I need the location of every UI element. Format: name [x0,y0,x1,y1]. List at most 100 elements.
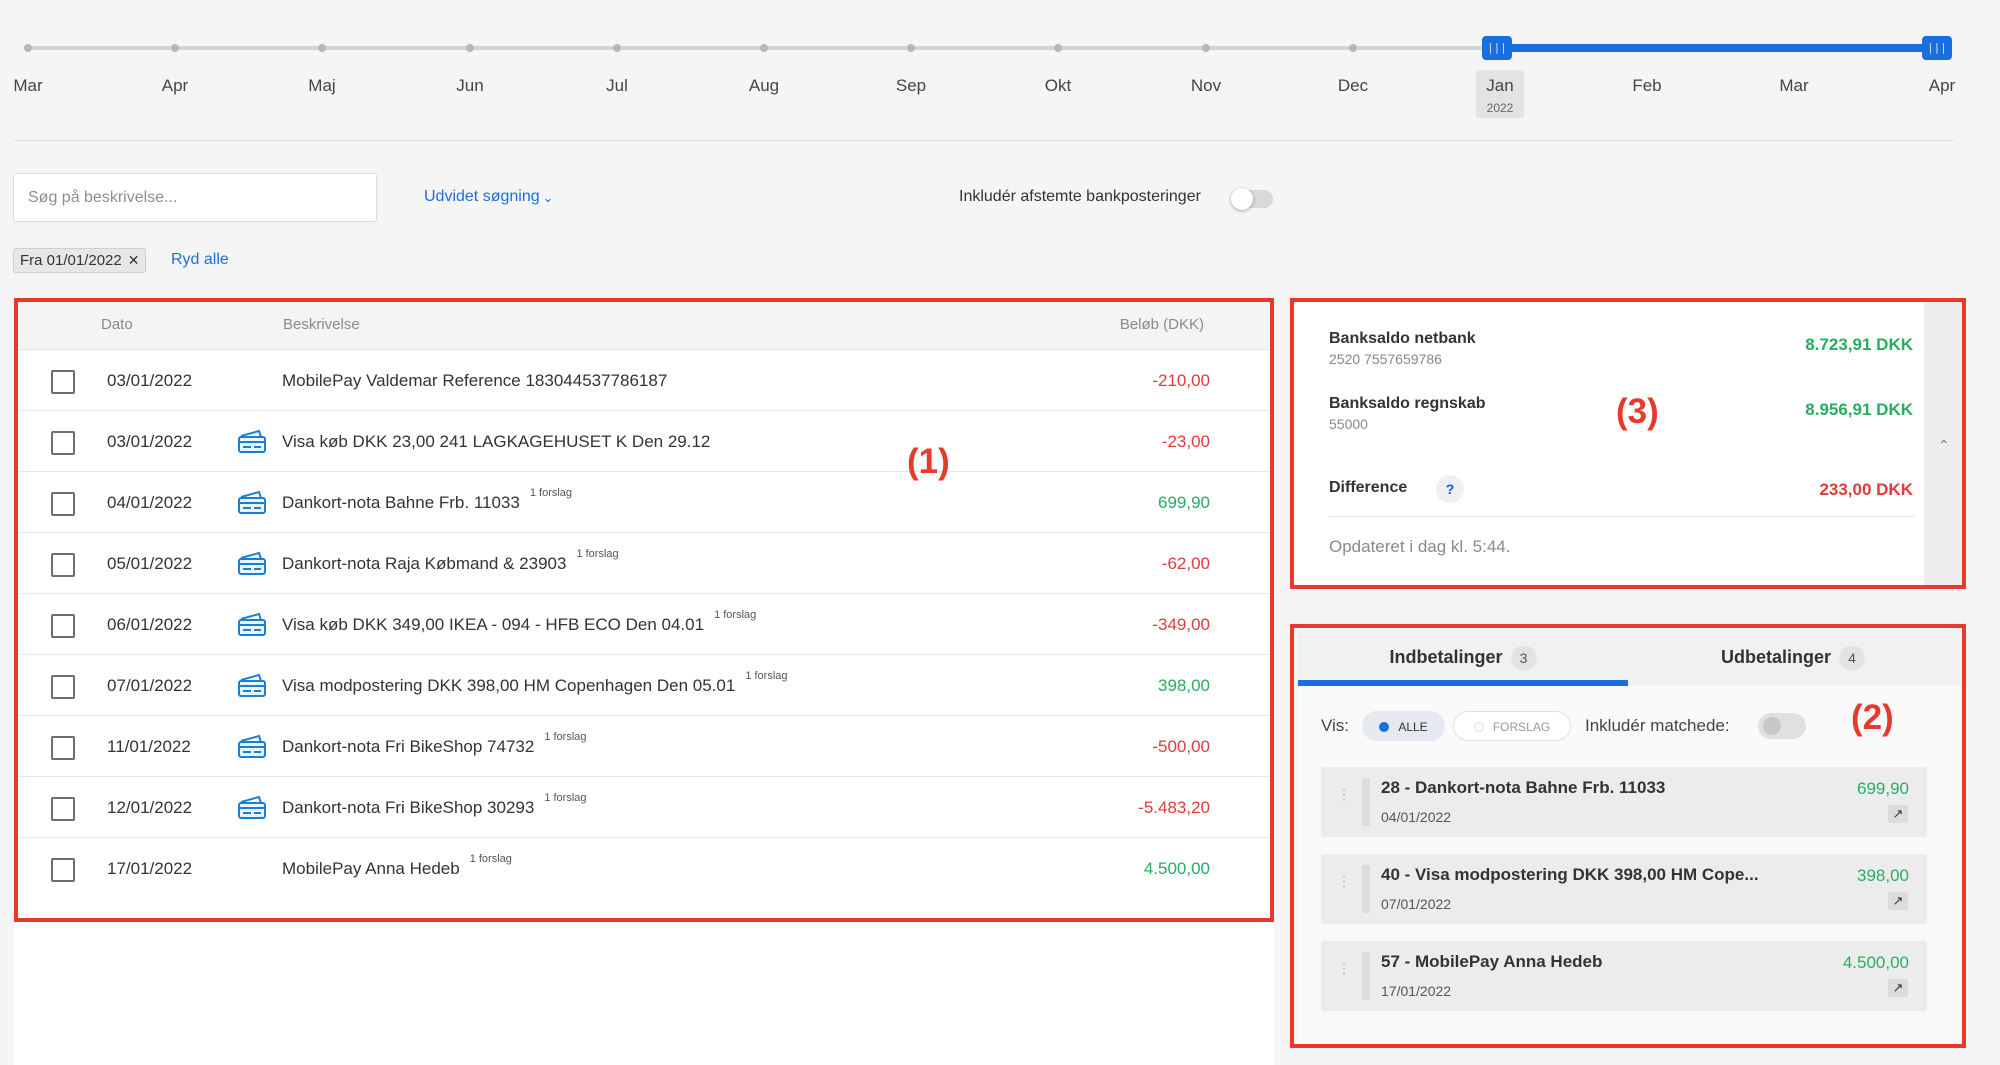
row-amount: -210,00 [1152,371,1210,390]
suggestion-badge[interactable]: 1 forslag [544,731,586,743]
timeline-month-label[interactable]: Mar [1754,76,1834,96]
row-checkbox[interactable] [51,797,75,821]
row-date: 03/01/2022 [107,371,193,390]
table-row[interactable]: 06/01/2022 Visa køb DKK 349,00 IKEA - 094… [14,594,1274,655]
timeline-selected-range[interactable] [1495,44,1937,52]
open-link-icon[interactable]: ↗ [1888,892,1908,910]
divider [14,140,1954,141]
open-link-icon[interactable]: ↗ [1888,805,1908,823]
row-checkbox[interactable] [51,736,75,760]
row-checkbox[interactable] [51,492,75,516]
timeline-month-label[interactable]: Apr [135,76,215,96]
match-item-date: 07/01/2022 [1381,896,1452,912]
collapse-panel-bar[interactable]: ⌃ [1924,301,1964,587]
match-item-marker [1362,952,1370,1000]
month-name: Jun [456,76,484,95]
timeline-month-label[interactable]: Jan 2022 [1476,70,1524,118]
table-row[interactable]: 05/01/2022 Dankort-nota Raja Købmand & 23… [14,533,1274,594]
timeline-month-label[interactable]: Nov [1166,76,1246,96]
row-description: Visa køb DKK 23,00 241 LAGKAGEHUSET K De… [282,432,710,452]
table-row[interactable]: 12/01/2022 Dankort-nota Fri BikeShop 3029… [14,777,1274,838]
timeline-tick [1202,44,1210,52]
suggestion-badge[interactable]: 1 forslag [530,487,572,499]
row-checkbox[interactable] [51,370,75,394]
timeline-month-label[interactable]: Jul [577,76,657,96]
filter-pill-all[interactable]: ALLE [1362,711,1445,741]
suggestion-badge[interactable]: 1 forslag [576,548,618,560]
timeline-month-label[interactable]: Dec [1313,76,1393,96]
payment-card-icon [237,428,267,454]
timeline-month-label[interactable]: Apr [1902,76,1982,96]
description-text: Visa køb DKK 349,00 IKEA - 094 - HFB ECO… [282,615,705,634]
suggestion-badge[interactable]: 1 forslag [745,670,787,682]
table-row[interactable]: 04/01/2022 Dankort-nota Bahne Frb. 11033 1… [14,472,1274,533]
row-checkbox[interactable] [51,431,75,455]
row-date: 12/01/2022 [107,798,193,817]
match-item-amount: 398,00 [1857,866,1909,885]
annotation-label-1: (1) [907,442,950,481]
include-matched-toggle[interactable] [1758,713,1806,739]
help-icon[interactable]: ? [1436,475,1464,503]
row-checkbox[interactable] [51,553,75,577]
remove-filter-icon[interactable]: ✕ [128,252,140,268]
timeline-month-label[interactable]: Okt [1018,76,1098,96]
annotation-label-2: (2) [1851,698,1894,737]
timeline-month-label[interactable]: Maj [282,76,362,96]
row-date: 05/01/2022 [107,554,193,573]
clear-all-filters-link[interactable]: Ryd alle [171,251,229,269]
description-text: Dankort-nota Raja Købmand & 23903 [282,554,567,573]
row-checkbox[interactable] [51,858,75,882]
table-row[interactable]: 07/01/2022 Visa modpostering DKK 398,00 H… [14,655,1274,716]
timeline-month-label[interactable]: Sep [871,76,951,96]
month-name: Aug [748,76,780,95]
row-description: MobilePay Valdemar Reference 18304453778… [282,371,667,391]
row-amount: -5.483,20 [1138,798,1210,817]
table-row[interactable]: 03/01/2022 Visa køb DKK 23,00 241 LAGKAGE… [14,411,1274,472]
row-checkbox[interactable] [51,675,75,699]
timeline-tick [466,44,474,52]
accounting-account-number: 55000 [1329,416,1368,432]
month-name: Okt [1044,76,1072,95]
radio-dot-icon [1473,722,1484,732]
column-header-amount[interactable]: Beløb (DKK) [1120,316,1204,333]
timeline-tick [24,44,32,52]
search-input[interactable] [13,173,377,222]
filter-pill-suggestions[interactable]: FORSLAG [1453,711,1571,741]
timeline-month-label[interactable]: Aug [724,76,804,96]
timeline-month-label[interactable]: Jun [430,76,510,96]
match-item-date: 04/01/2022 [1381,809,1452,825]
match-item[interactable]: ⋮ 28 - Dankort-nota Bahne Frb. 11033 04/01… [1321,767,1927,837]
timeline-month-label[interactable]: Feb [1607,76,1687,96]
advanced-search-link[interactable]: Udvidet søgning ⌄ [424,188,554,206]
drag-handle-icon[interactable]: ⋮ [1337,961,1351,987]
match-item[interactable]: ⋮ 57 - MobilePay Anna Hedeb 17/01/2022 4.50… [1321,941,1927,1011]
drag-handle-icon[interactable]: ⋮ [1337,874,1351,900]
description-text: MobilePay Valdemar Reference 18304453778… [282,371,668,390]
timeline-end-handle[interactable]: ||| [1922,36,1952,60]
open-link-icon[interactable]: ↗ [1888,979,1908,997]
column-header-date[interactable]: Dato [101,316,133,333]
table-row[interactable]: 11/01/2022 Dankort-nota Fri BikeShop 7473… [14,716,1274,777]
row-amount: 398,00 [1158,676,1210,695]
suggestion-badge[interactable]: 1 forslag [714,609,756,621]
suggestion-badge[interactable]: 1 forslag [544,792,586,804]
timeline-start-handle[interactable]: ||| [1482,36,1512,60]
suggestion-badge[interactable]: 1 forslag [470,853,512,865]
matching-tabs: Indbetalinger 3 Udbetalinger 4 [1298,628,1961,686]
drag-handle-icon[interactable]: ⋮ [1337,787,1351,813]
table-row[interactable]: 03/01/2022 MobilePay Valdemar Reference 1… [14,350,1274,411]
timeline-month-label[interactable]: Mar [0,76,68,96]
match-item-title: 40 - Visa modpostering DKK 398,00 HM Cop… [1381,865,1759,884]
row-checkbox[interactable] [51,614,75,638]
column-header-description[interactable]: Beskrivelse [283,316,360,333]
show-filter-label: Vis: [1321,716,1350,735]
tab-udbetalinger[interactable]: Udbetalinger 4 [1628,628,1958,686]
include-reconciled-toggle[interactable] [1231,188,1273,210]
month-name: Apr [1928,76,1956,95]
table-row[interactable]: 17/01/2022 MobilePay Anna Hedeb 1 forslag 4… [14,838,1274,899]
match-item[interactable]: ⋮ 40 - Visa modpostering DKK 398,00 HM Co… [1321,854,1927,924]
tab-indbetalinger[interactable]: Indbetalinger 3 [1298,628,1628,686]
row-description: Dankort-nota Fri BikeShop 74732 1 forslag [282,731,587,757]
difference-label: Difference [1329,479,1408,496]
timeline-tick [1054,44,1062,52]
